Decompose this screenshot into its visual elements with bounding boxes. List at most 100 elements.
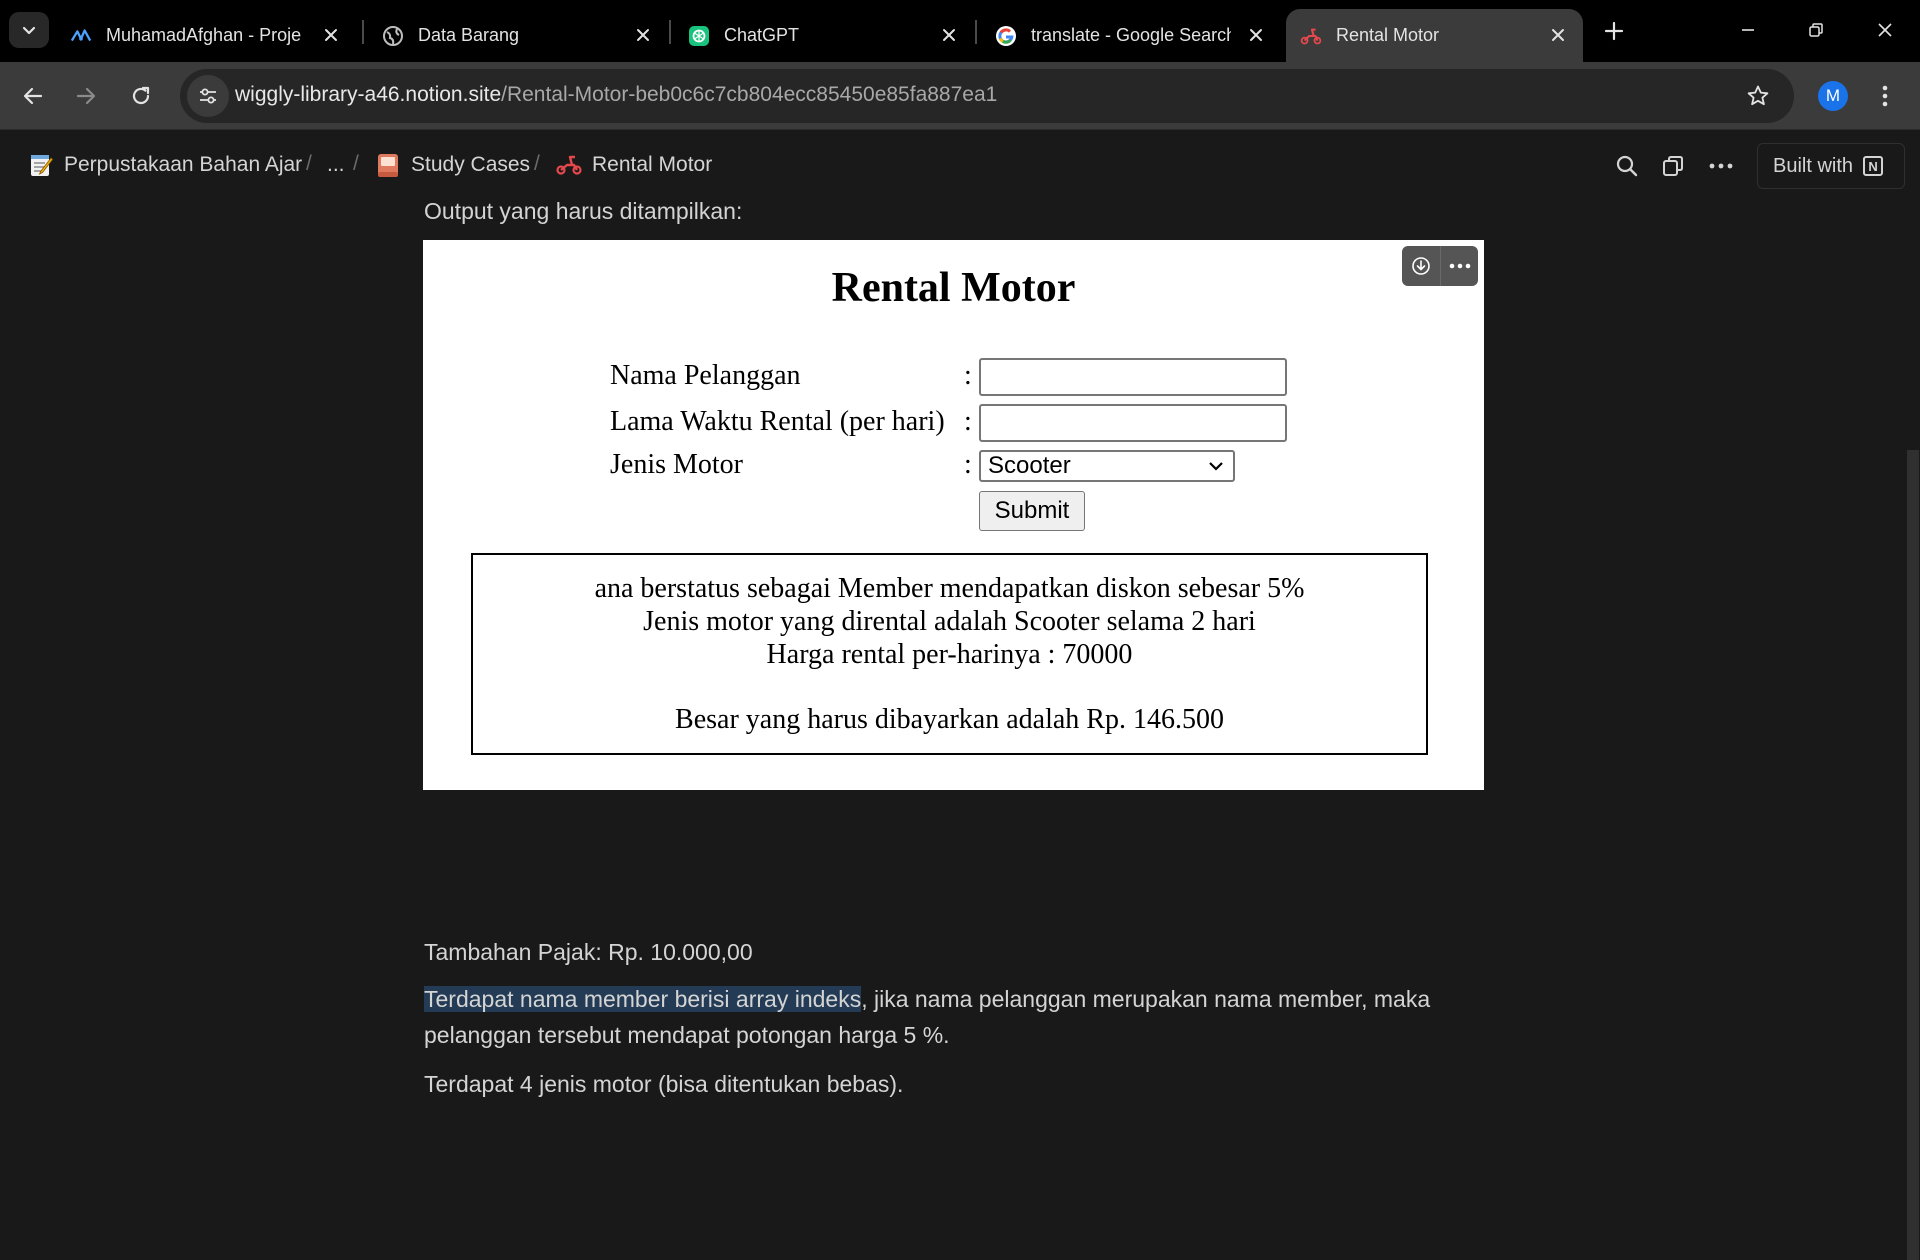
search-button[interactable] xyxy=(1611,150,1643,182)
breadcrumb-label: ... xyxy=(327,153,345,176)
built-with-label: Built with xyxy=(1773,154,1854,177)
reload-icon xyxy=(132,86,150,105)
tab-separator xyxy=(975,20,977,44)
tab-label: Data Barang xyxy=(418,25,520,45)
breadcrumb-item-ellipsis[interactable]: ... xyxy=(327,150,345,180)
bookmark-star-button[interactable] xyxy=(1744,82,1772,110)
breadcrumb-separator: / xyxy=(534,152,540,175)
submit-button[interactable]: Submit xyxy=(979,491,1085,531)
tab-separator xyxy=(362,20,364,44)
plus-icon xyxy=(1604,21,1624,41)
chatgpt-icon xyxy=(688,25,710,47)
tab-label: Rental Motor xyxy=(1336,25,1440,45)
search-icon xyxy=(1616,155,1638,177)
tab-label: translate - Google Search xyxy=(1031,25,1231,45)
breadcrumb-item-rental-motor[interactable]: Rental Motor xyxy=(556,150,712,180)
breadcrumb-label: Rental Motor xyxy=(592,153,713,176)
tab-strip: MuhamadAfghan - Proje Data Barang ChatGP… xyxy=(0,0,1920,62)
url-host: wiggly-library-a46.notion.site xyxy=(235,83,502,106)
nama-pelanggan-input[interactable] xyxy=(979,358,1287,396)
more-vertical-icon xyxy=(1882,85,1888,107)
close-icon[interactable] xyxy=(1547,24,1569,46)
profile-avatar[interactable]: M xyxy=(1818,81,1848,111)
field-colon: : xyxy=(964,406,972,437)
field-label-lama: Lama Waktu Rental (per hari) xyxy=(610,406,945,437)
tab-rental-motor[interactable]: Rental Motor xyxy=(1286,9,1583,62)
memo-icon xyxy=(28,152,54,178)
breadcrumb-label: Perpustakaan Bahan Ajar xyxy=(64,153,303,176)
blue-asterisk-icon xyxy=(70,25,92,47)
built-with-notion-button[interactable]: Built with N xyxy=(1757,143,1905,189)
select-value: Scooter xyxy=(988,452,1071,479)
tax-paragraph: Tambahan Pajak: Rp. 10.000,00 xyxy=(424,939,753,965)
tab-muhamadafghan[interactable]: MuhamadAfghan - Proje xyxy=(56,9,356,62)
breadcrumb-label: Study Cases xyxy=(411,153,531,176)
restore-icon xyxy=(1809,23,1823,37)
tab-chatgpt[interactable]: ChatGPT xyxy=(674,9,974,62)
close-icon[interactable] xyxy=(320,24,342,46)
tab-google-translate[interactable]: translate - Google Search xyxy=(981,9,1281,62)
new-tab-button[interactable] xyxy=(1597,14,1631,48)
rental-form-title: Rental Motor xyxy=(831,265,1076,311)
more-horizontal-icon xyxy=(1709,163,1733,169)
tab-data-barang[interactable]: Data Barang xyxy=(368,9,668,62)
tab-label: MuhamadAfghan - Proje xyxy=(106,25,302,45)
forward-button[interactable] xyxy=(66,76,106,116)
google-icon xyxy=(995,25,1017,47)
url-text: wiggly-library-a46.notion.site/Rental-Mo… xyxy=(235,83,997,107)
notion-topbar: Perpustakaan Bahan Ajar / ... / Study Ca… xyxy=(0,130,1920,200)
address-bar[interactable]: wiggly-library-a46.notion.site/Rental-Mo… xyxy=(180,69,1794,123)
breadcrumb-item-study-cases[interactable]: Study Cases xyxy=(375,150,530,180)
jenis-motor-select[interactable]: Scooter xyxy=(979,450,1235,482)
star-icon xyxy=(1747,85,1769,106)
result-spacer xyxy=(473,671,1426,703)
url-path: /Rental-Motor-beb0c6c7cb804ecc85450e85fa… xyxy=(501,83,998,106)
browser-menu-button[interactable] xyxy=(1870,76,1900,116)
reload-button[interactable] xyxy=(121,76,161,116)
site-info-button[interactable] xyxy=(187,75,229,117)
intro-text: Output yang harus ditampilkan: xyxy=(424,198,743,224)
arrow-right-icon xyxy=(76,87,96,105)
tab-separator xyxy=(669,20,671,44)
member-paragraph: Terdapat nama member berisi array indeks… xyxy=(424,981,1484,1053)
highlighted-text: Terdapat nama member berisi array indeks xyxy=(424,986,862,1012)
chevron-down-icon xyxy=(22,26,36,35)
notion-page: Perpustakaan Bahan Ajar / ... / Study Ca… xyxy=(0,130,1920,1260)
duplicate-icon xyxy=(1663,156,1683,176)
tab-search-button[interactable] xyxy=(9,12,49,48)
back-button[interactable] xyxy=(13,76,53,116)
paragraph-text: , jika nama pelanggan merupakan nama mem… xyxy=(861,986,1431,1012)
scooter-icon xyxy=(556,152,582,178)
duplicate-button[interactable] xyxy=(1657,150,1689,182)
close-window-button[interactable] xyxy=(1858,10,1912,50)
result-line: ana berstatus sebagai Member mendapatkan… xyxy=(594,573,1305,604)
breadcrumb-item-perpustakaan[interactable]: Perpustakaan Bahan Ajar xyxy=(28,150,302,180)
arrow-left-icon xyxy=(23,87,43,105)
lama-rental-input[interactable] xyxy=(979,404,1287,442)
close-icon[interactable] xyxy=(1245,24,1267,46)
minimize-button[interactable] xyxy=(1721,10,1775,50)
breadcrumb-separator: / xyxy=(306,152,312,175)
result-box: ana berstatus sebagai Member mendapatkan… xyxy=(471,553,1428,755)
restore-button[interactable] xyxy=(1789,10,1843,50)
minimize-icon xyxy=(1742,29,1754,31)
globe-icon xyxy=(382,25,404,47)
embedded-image: Rental Motor Nama Pelanggan : Lama Waktu… xyxy=(423,240,1484,790)
tab-label: ChatGPT xyxy=(724,25,800,45)
scrollbar-thumb[interactable] xyxy=(1907,450,1919,1260)
scooter-icon xyxy=(1300,25,1322,47)
field-label-jenis: Jenis Motor xyxy=(610,449,743,480)
close-icon xyxy=(1878,23,1892,37)
types-paragraph: Terdapat 4 jenis motor (bisa ditentukan … xyxy=(424,1071,904,1097)
result-line: Harga rental per-harinya : 70000 xyxy=(766,639,1133,670)
field-label-nama: Nama Pelanggan xyxy=(610,360,801,391)
browser-toolbar: wiggly-library-a46.notion.site/Rental-Mo… xyxy=(0,62,1920,130)
more-options-button[interactable] xyxy=(1705,150,1737,182)
result-total: Besar yang harus dibayarkan adalah Rp. 1… xyxy=(675,704,1224,735)
close-icon[interactable] xyxy=(632,24,654,46)
result-line: Jenis motor yang dirental adalah Scooter… xyxy=(643,606,1256,637)
paragraph-text: pelanggan tersebut mendapat potongan har… xyxy=(424,1022,950,1048)
book-icon xyxy=(375,152,401,178)
close-icon[interactable] xyxy=(938,24,960,46)
breadcrumb-separator: / xyxy=(353,152,359,175)
